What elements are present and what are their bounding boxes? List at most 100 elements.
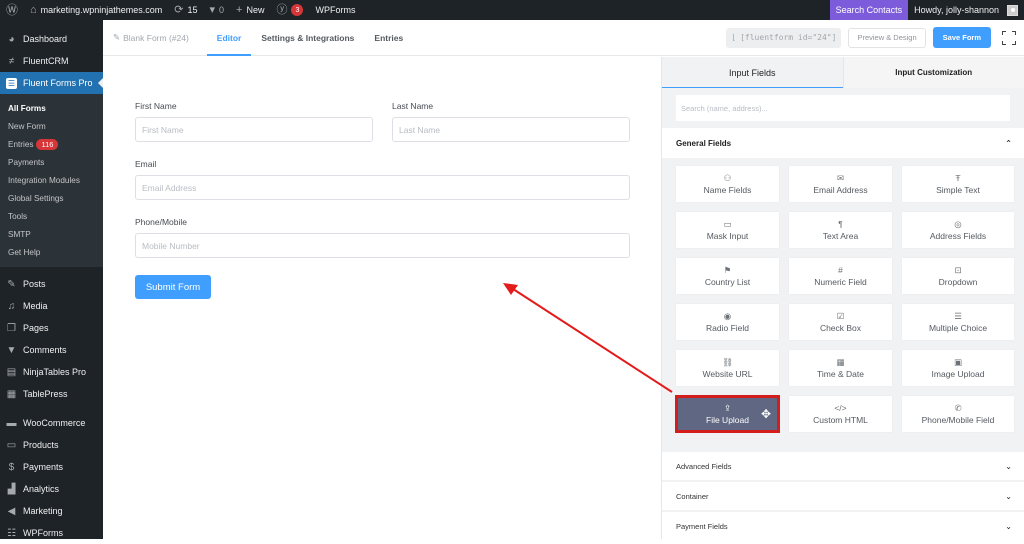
submenu-integration-modules[interactable]: Integration Modules — [0, 171, 103, 189]
submenu-smtp[interactable]: SMTP — [0, 225, 103, 243]
submenu-all-forms[interactable]: All Forms — [0, 99, 103, 117]
field-card-check-box[interactable]: ☑Check Box — [789, 304, 892, 340]
sidebar-item-pages[interactable]: ❐ Pages — [0, 317, 103, 339]
email-icon: ✉ — [837, 173, 844, 183]
field-card-numeric-field[interactable]: #Numeric Field — [789, 258, 892, 294]
user-icon: ⚇ — [724, 173, 732, 183]
tab-editor[interactable]: Editor — [207, 20, 252, 56]
sidebar-item-label: WooCommerce — [23, 418, 85, 428]
sidebar-item-posts[interactable]: ✎ Posts — [0, 273, 103, 295]
fluent-forms-submenu: All Forms New Form Entries 116 Payments … — [0, 94, 103, 267]
form-title[interactable]: ✎ Blank Form (#24) — [103, 32, 207, 43]
first-name-input[interactable]: First Name — [135, 117, 373, 142]
email-input[interactable]: Email Address — [135, 175, 630, 200]
accordion-payment-fields[interactable]: Payment Fields ⌄ — [662, 512, 1024, 540]
sidebar-item-woocommerce[interactable]: ▬ WooCommerce — [0, 412, 103, 434]
first-name-label: First Name — [135, 101, 177, 111]
field-card-multiple-choice[interactable]: ☰Multiple Choice — [902, 304, 1014, 340]
sidebar-item-label: Payments — [23, 462, 63, 472]
tab-input-fields[interactable]: Input Fields — [662, 57, 843, 88]
submenu-payments[interactable]: Payments — [0, 153, 103, 171]
last-name-input[interactable]: Last Name — [392, 117, 630, 142]
field-card-time-date[interactable]: ▦Time & Date — [789, 350, 892, 386]
fields-panel: Input Fields Input Customization Search … — [661, 57, 1024, 539]
field-card-name-fields[interactable]: ⚇Name Fields — [676, 166, 779, 202]
wp-logo-button[interactable]: Ⓦ — [0, 0, 24, 20]
sidebar-item-fluentcrm[interactable]: ≠ FluentCRM — [0, 50, 103, 72]
submit-form-button[interactable]: Submit Form — [135, 275, 211, 299]
preview-design-button[interactable]: Preview & Design — [848, 28, 925, 48]
sidebar-item-label: WPForms — [23, 528, 63, 538]
accordion-container[interactable]: Container ⌄ — [662, 482, 1024, 510]
tab-settings-integrations[interactable]: Settings & Integrations — [251, 20, 364, 56]
sidebar-item-media[interactable]: ♫ Media — [0, 295, 103, 317]
sidebar-item-dashboard[interactable]: ◕ Dashboard — [0, 28, 103, 50]
field-search-input[interactable]: Search (name, address)... — [676, 95, 1010, 121]
new-label: New — [246, 5, 264, 15]
shortcode-copy[interactable]: ⌊ [fluentform id="24"] — [726, 28, 841, 48]
comments-count: 0 — [219, 5, 224, 15]
site-name-link[interactable]: ⌂ marketing.wpninjathemes.com — [24, 0, 168, 20]
field-card-phone-mobile-field[interactable]: ✆Phone/Mobile Field — [902, 396, 1014, 432]
search-contacts-button[interactable]: Search Contacts — [830, 0, 909, 20]
sidebar-item-marketing[interactable]: ◀ Marketing — [0, 500, 103, 522]
sidebar-item-label: FluentCRM — [23, 56, 69, 66]
field-card-label: Time & Date — [817, 369, 864, 379]
wpforms-link[interactable]: WPForms — [309, 0, 361, 20]
chart-icon: ▟ — [6, 484, 17, 495]
fullscreen-icon[interactable] — [1002, 31, 1016, 45]
save-form-button[interactable]: Save Form — [933, 27, 991, 48]
accordion-advanced-fields[interactable]: Advanced Fields ⌄ — [662, 452, 1024, 480]
submenu-global-settings[interactable]: Global Settings — [0, 189, 103, 207]
submenu-entries[interactable]: Entries 116 — [0, 135, 103, 153]
tab-input-customization[interactable]: Input Customization — [843, 57, 1024, 88]
submenu-tools[interactable]: Tools — [0, 207, 103, 225]
field-card-email-address[interactable]: ✉Email Address — [789, 166, 892, 202]
clipboard-icon: ⌊ — [731, 33, 736, 42]
yoast-icon: ⓨ — [276, 5, 287, 16]
field-card-text-area[interactable]: ¶Text Area — [789, 212, 892, 248]
admin-bar: Ⓦ ⌂ marketing.wpninjathemes.com ⟳ 15 ▾ 0… — [0, 0, 1024, 20]
field-card-website-url[interactable]: ⛓Website URL — [676, 350, 779, 386]
field-card-label: Custom HTML — [813, 415, 868, 425]
field-card-address-fields[interactable]: ◎Address Fields — [902, 212, 1014, 248]
sidebar-item-tablepress[interactable]: ▦ TablePress — [0, 383, 103, 405]
sidebar-item-fluent-forms-pro[interactable]: ☰ Fluent Forms Pro — [0, 72, 103, 94]
field-card-simple-text[interactable]: ŦSimple Text — [902, 166, 1014, 202]
field-card-mask-input[interactable]: ▭Mask Input — [676, 212, 779, 248]
field-card-label: Phone/Mobile Field — [922, 415, 995, 425]
field-card-country-list[interactable]: ⚑Country List — [676, 258, 779, 294]
archive-icon: ▭ — [6, 440, 17, 451]
pages-icon: ❐ — [6, 323, 17, 334]
text-icon: Ŧ — [955, 173, 960, 183]
field-card-radio-field[interactable]: ◉Radio Field — [676, 304, 779, 340]
edit-pencil-icon: ✎ — [113, 32, 120, 43]
sidebar-item-label: Marketing — [23, 506, 63, 516]
field-card-custom-html[interactable]: </>Custom HTML — [789, 396, 892, 432]
submenu-new-form[interactable]: New Form — [0, 117, 103, 135]
field-card-label: Text Area — [823, 231, 858, 241]
upload-icon: ⇪ — [724, 403, 731, 413]
sidebar-item-payments[interactable]: $ Payments — [0, 456, 103, 478]
sidebar-item-products[interactable]: ▭ Products — [0, 434, 103, 456]
yoast-link[interactable]: ⓨ 3 — [270, 0, 309, 20]
field-card-dropdown[interactable]: ⊡Dropdown — [902, 258, 1014, 294]
field-card-label: Mask Input — [707, 231, 749, 241]
comments-link[interactable]: ▾ 0 — [203, 0, 230, 20]
sidebar-item-analytics[interactable]: ▟ Analytics — [0, 478, 103, 500]
tablepress-icon: ▦ — [6, 389, 17, 400]
sidebar-item-comments[interactable]: ▼ Comments — [0, 339, 103, 361]
field-card-file-upload[interactable]: ⇪File Upload✥ — [676, 396, 779, 432]
tab-entries[interactable]: Entries — [364, 20, 413, 56]
sidebar-item-ninjatables[interactable]: ▤ NinjaTables Pro — [0, 361, 103, 383]
sidebar-item-wpforms[interactable]: ☷ WPForms — [0, 522, 103, 544]
updates-link[interactable]: ⟳ 15 — [168, 0, 203, 20]
field-card-image-upload[interactable]: ▣Image Upload — [902, 350, 1014, 386]
hash-icon: # — [838, 265, 843, 275]
submenu-get-help[interactable]: Get Help — [0, 243, 103, 261]
link-icon: ⛓ — [722, 357, 733, 367]
phone-input[interactable]: Mobile Number — [135, 233, 630, 258]
new-content-link[interactable]: + New — [230, 0, 270, 20]
account-menu[interactable]: Howdy, jolly-shannon — [908, 0, 1024, 20]
general-fields-header[interactable]: General Fields ⌃ — [662, 128, 1024, 158]
